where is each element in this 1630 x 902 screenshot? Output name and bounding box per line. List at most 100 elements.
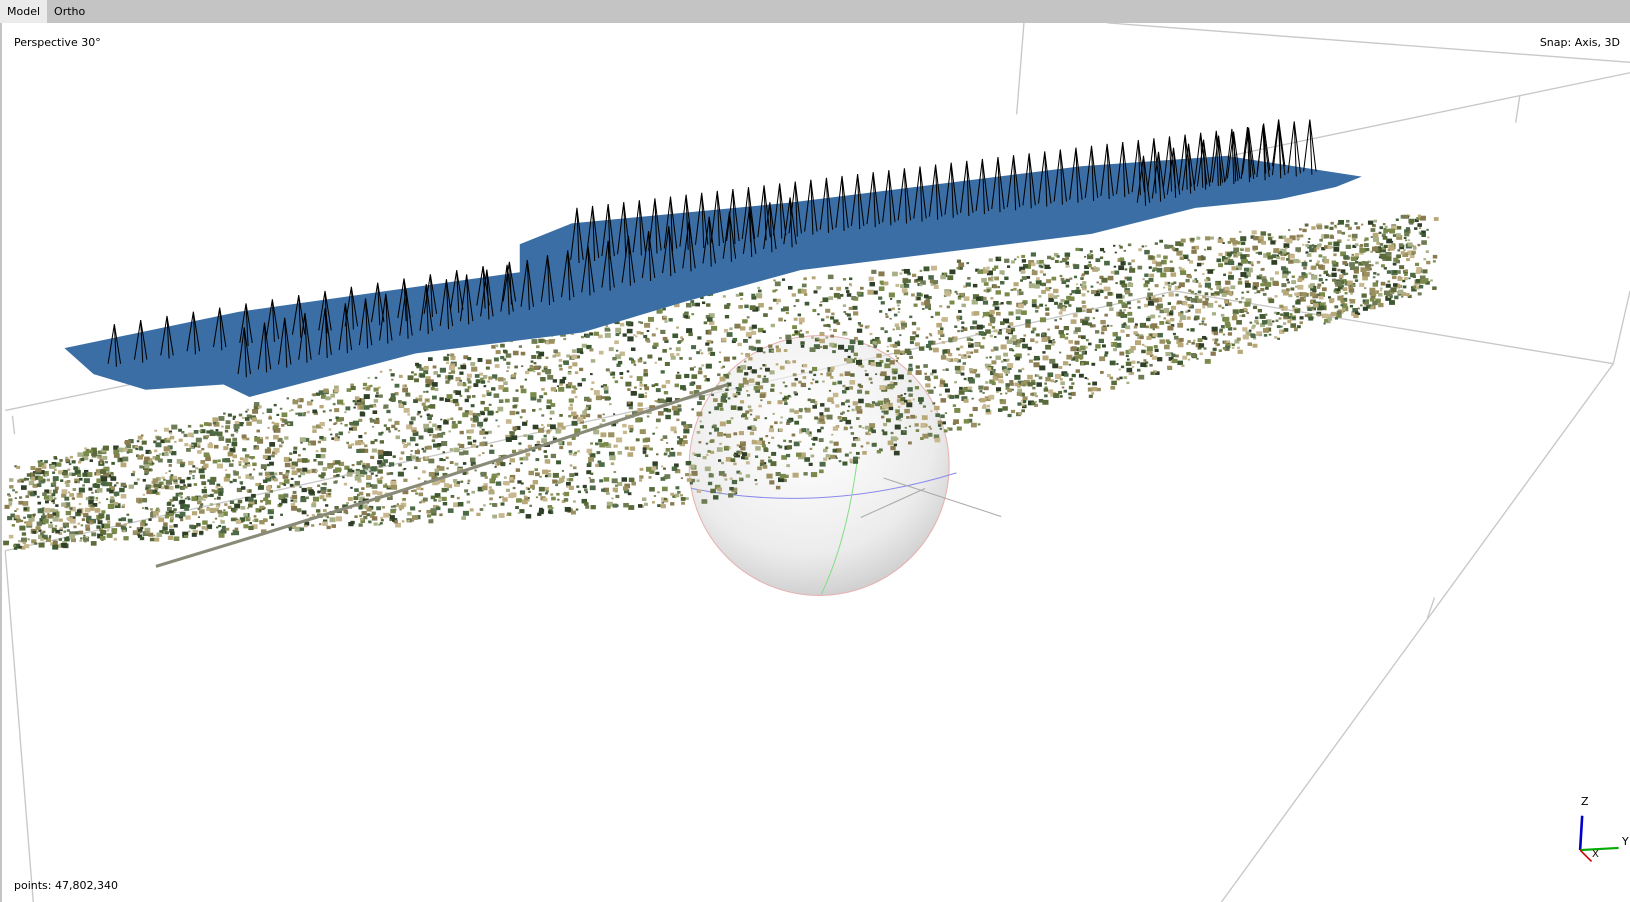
point — [433, 498, 437, 502]
point — [840, 412, 844, 415]
point — [20, 485, 27, 490]
point — [283, 419, 288, 423]
point — [663, 453, 667, 456]
point — [473, 383, 479, 387]
point — [731, 479, 738, 485]
point — [1341, 307, 1346, 311]
point — [1120, 365, 1125, 369]
point — [206, 507, 210, 511]
point — [1164, 267, 1171, 272]
point — [740, 414, 745, 418]
point — [689, 367, 694, 371]
point — [1308, 237, 1311, 240]
point — [608, 371, 612, 374]
point — [66, 517, 71, 521]
point — [1201, 262, 1205, 265]
point — [471, 394, 476, 398]
point — [1381, 264, 1385, 268]
point — [1134, 323, 1138, 326]
point — [119, 487, 125, 493]
point — [1357, 307, 1360, 310]
point — [1222, 333, 1226, 336]
point — [685, 497, 689, 500]
point — [1073, 264, 1080, 270]
point — [853, 311, 859, 316]
point — [544, 455, 548, 459]
point — [44, 474, 48, 477]
point — [690, 300, 695, 304]
point — [246, 437, 250, 441]
point — [437, 442, 442, 447]
point — [757, 374, 762, 378]
point — [1171, 305, 1176, 310]
point — [276, 413, 280, 416]
point — [1081, 300, 1086, 304]
point — [415, 397, 418, 400]
point — [143, 460, 149, 465]
point — [914, 386, 920, 390]
point — [842, 304, 847, 307]
point — [677, 341, 681, 344]
point — [374, 376, 378, 379]
point — [14, 491, 18, 494]
point — [644, 322, 651, 328]
point — [1095, 267, 1100, 272]
point — [375, 474, 378, 477]
point — [991, 381, 996, 386]
point — [913, 303, 918, 307]
point — [172, 496, 178, 501]
point — [631, 481, 636, 486]
point — [1216, 258, 1222, 263]
point — [751, 369, 757, 374]
point — [479, 508, 484, 511]
point — [842, 384, 846, 388]
point — [404, 467, 407, 470]
point — [1017, 388, 1023, 393]
point — [323, 388, 329, 393]
point — [120, 462, 127, 468]
point — [1170, 272, 1177, 277]
point — [986, 289, 991, 292]
point — [581, 343, 587, 348]
point — [1240, 272, 1247, 277]
point — [730, 405, 737, 410]
point — [1021, 276, 1027, 281]
point — [1311, 226, 1316, 230]
point — [527, 435, 534, 440]
point — [68, 463, 72, 466]
point — [653, 495, 657, 497]
point — [1273, 281, 1279, 286]
point — [197, 516, 201, 519]
point — [847, 345, 855, 351]
point — [1337, 230, 1342, 234]
point — [1153, 345, 1158, 349]
3d-viewport[interactable] — [0, 0, 1630, 902]
point — [280, 513, 283, 516]
point — [956, 293, 959, 295]
point — [710, 450, 715, 454]
point — [1322, 256, 1327, 260]
point — [954, 290, 958, 294]
point — [1178, 282, 1185, 288]
point — [217, 509, 223, 514]
point — [260, 464, 267, 469]
point — [1167, 284, 1172, 288]
point — [627, 401, 631, 405]
point — [335, 434, 339, 437]
point — [1202, 317, 1206, 321]
point — [1376, 273, 1380, 276]
point — [1233, 247, 1240, 253]
point — [949, 269, 956, 275]
point — [1379, 242, 1384, 246]
point — [354, 396, 360, 400]
point — [1359, 282, 1365, 287]
point — [730, 458, 736, 463]
point — [1133, 331, 1138, 335]
point — [1393, 270, 1397, 274]
point — [1214, 300, 1218, 304]
point — [154, 487, 159, 491]
point — [1134, 340, 1142, 346]
point — [519, 457, 524, 461]
point — [525, 452, 531, 457]
point — [762, 377, 769, 383]
